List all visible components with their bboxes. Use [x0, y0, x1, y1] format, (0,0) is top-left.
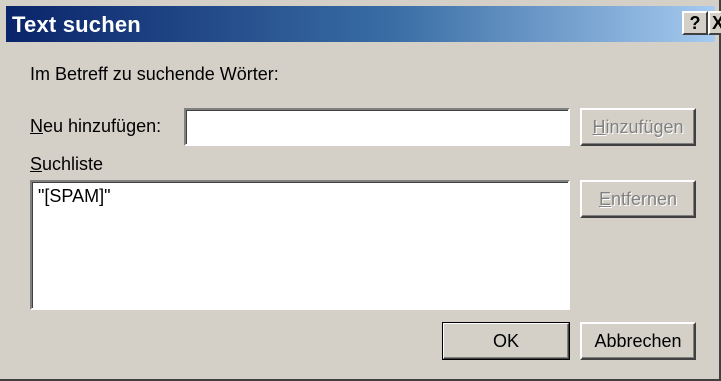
new-word-label: Neu hinzufügen:	[30, 116, 161, 137]
ok-button-label: OK	[492, 330, 519, 351]
help-button[interactable]: ?	[682, 11, 708, 35]
search-list-label-text: uchliste	[42, 154, 104, 174]
ok-button[interactable]: OK	[442, 322, 570, 360]
add-button-mnemonic: H	[592, 116, 606, 137]
add-button-label: inzufügen	[605, 116, 684, 137]
search-list-box[interactable]: "[SPAM]"	[30, 180, 570, 310]
help-icon: ?	[689, 13, 701, 33]
remove-button-label: ntfernen	[610, 188, 678, 209]
close-button[interactable]: X	[708, 11, 721, 35]
new-word-label-mnemonic: N	[30, 116, 43, 136]
title-bar[interactable]: Text suchen ? X	[6, 6, 721, 42]
add-button[interactable]: Hinzufügen	[580, 108, 696, 146]
cancel-button-label: Abbrechen	[594, 330, 682, 351]
search-list-label-mnemonic: S	[30, 154, 43, 174]
new-word-label-text: eu hinzufügen:	[43, 116, 162, 136]
remove-button[interactable]: Entfernen	[580, 180, 696, 218]
find-text-dialog: Text suchen ? X Im Betreff zu suchende W…	[0, 0, 721, 381]
dialog-title: Text suchen	[12, 12, 141, 37]
new-word-input[interactable]	[184, 108, 570, 146]
list-item[interactable]: "[SPAM]"	[38, 186, 110, 207]
search-list-label: Suchliste	[30, 154, 103, 175]
cancel-button[interactable]: Abbrechen	[580, 322, 696, 360]
instructions-label: Im Betreff zu suchende Wörter:	[30, 64, 279, 84]
close-icon: X	[712, 13, 721, 33]
remove-button-mnemonic: E	[598, 188, 611, 209]
